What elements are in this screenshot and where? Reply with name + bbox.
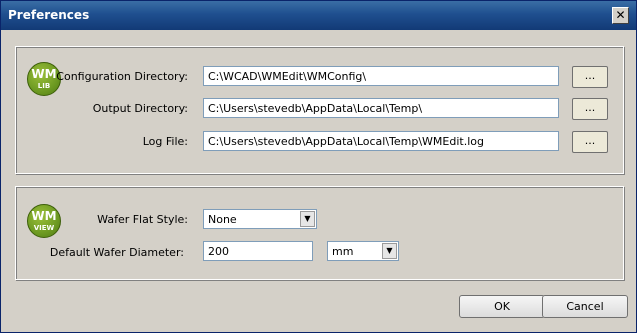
default-wafer-diameter-label: Default Wafer Diameter: [49, 246, 184, 259]
output-directory-label: Output Directory: [92, 102, 188, 115]
log-file-browse-button[interactable]: ... [572, 131, 608, 153]
chevron-down-icon[interactable]: ▼ [382, 243, 397, 259]
chevron-down-icon[interactable]: ▼ [300, 211, 315, 227]
diameter-unit-select[interactable]: mm ▼ [327, 241, 399, 261]
close-icon: ✕ [615, 8, 626, 22]
title-bar[interactable]: Preferences ✕ [1, 1, 636, 30]
config-directory-field[interactable]: C:\WCAD\WMEdit\WMConfig\ [203, 66, 559, 86]
close-button[interactable]: ✕ [612, 7, 629, 24]
config-directory-label: Configuration Directory: [56, 70, 188, 83]
log-file-field[interactable]: C:\Users\stevedb\AppData\Local\Temp\WMEd… [203, 131, 559, 151]
wafer-flat-style-label: Wafer Flat Style: [97, 213, 188, 226]
output-directory-browse-button[interactable]: ... [572, 98, 608, 120]
view-settings-group [15, 186, 624, 280]
log-file-label: Log File: [142, 135, 188, 148]
preferences-window: Preferences ✕ WM LIB Configuration Direc… [0, 0, 637, 333]
ok-button[interactable]: OK [459, 295, 545, 318]
output-directory-field[interactable]: C:\Users\stevedb\AppData\Local\Temp\ [203, 98, 559, 118]
window-title: Preferences [8, 8, 90, 22]
wafer-flat-style-select[interactable]: None ▼ [203, 209, 317, 229]
config-directory-browse-button[interactable]: ... [572, 66, 608, 88]
default-wafer-diameter-field[interactable]: 200 [203, 241, 313, 261]
cancel-button[interactable]: Cancel [542, 295, 628, 318]
